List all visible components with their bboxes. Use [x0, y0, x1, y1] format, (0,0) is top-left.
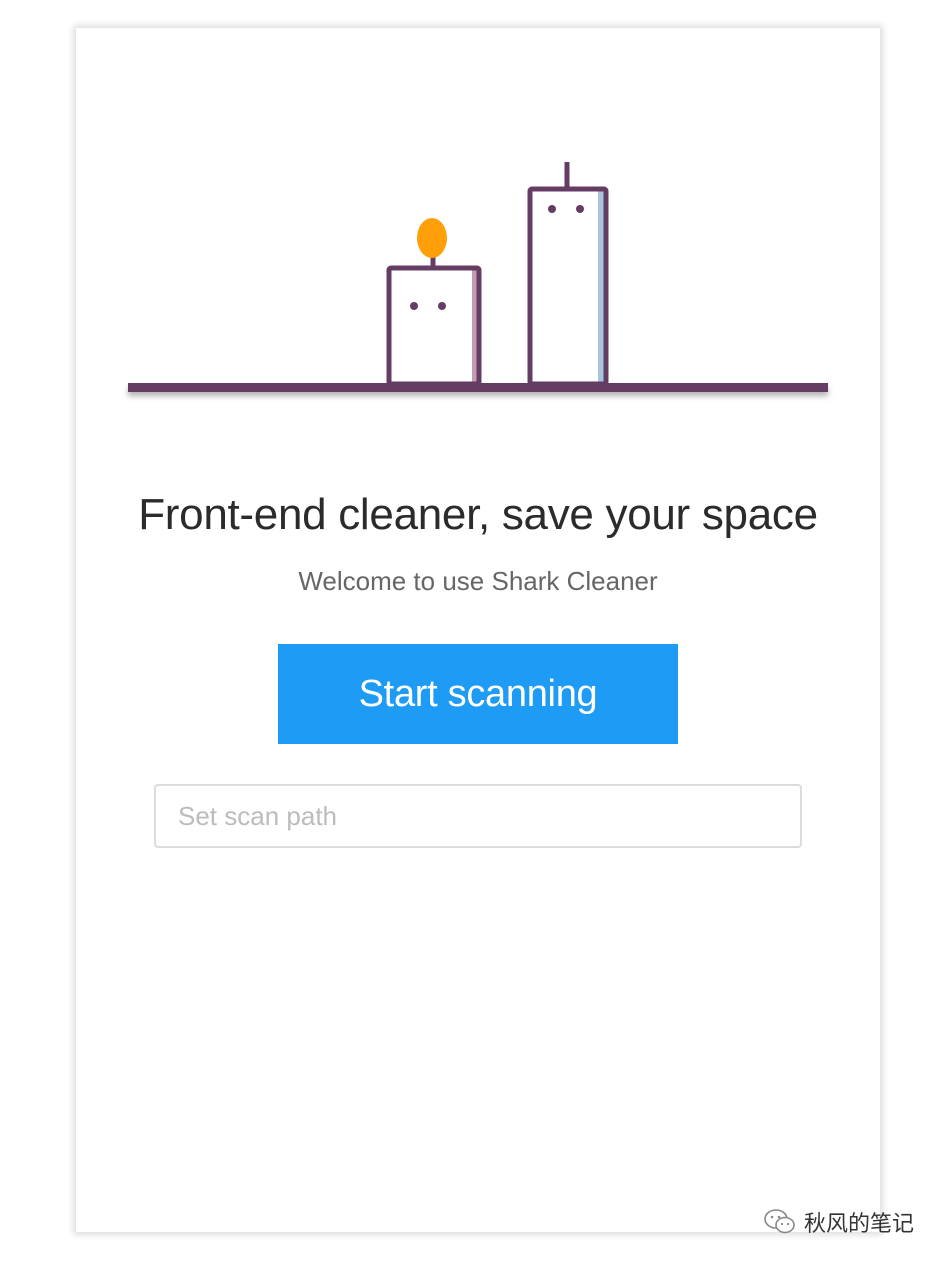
tall-candle-icon: [527, 162, 609, 387]
small-candle-icon: [386, 218, 482, 387]
start-scanning-button[interactable]: Start scanning: [278, 644, 678, 744]
wechat-icon: [764, 1209, 795, 1234]
candles-illustration: [128, 162, 828, 392]
watermark-text: 秋风的笔记: [804, 1212, 915, 1237]
scan-path-input[interactable]: [154, 784, 802, 848]
welcome-subtitle: Welcome to use Shark Cleaner: [298, 566, 658, 596]
page-title: Front-end cleaner, save your space: [138, 490, 818, 539]
watermark: 秋风的笔记: [762, 1204, 914, 1240]
flame-icon: [417, 218, 447, 258]
app-window: Front-end cleaner, save your space Welco…: [76, 28, 880, 1232]
shelf-line: [128, 383, 828, 392]
